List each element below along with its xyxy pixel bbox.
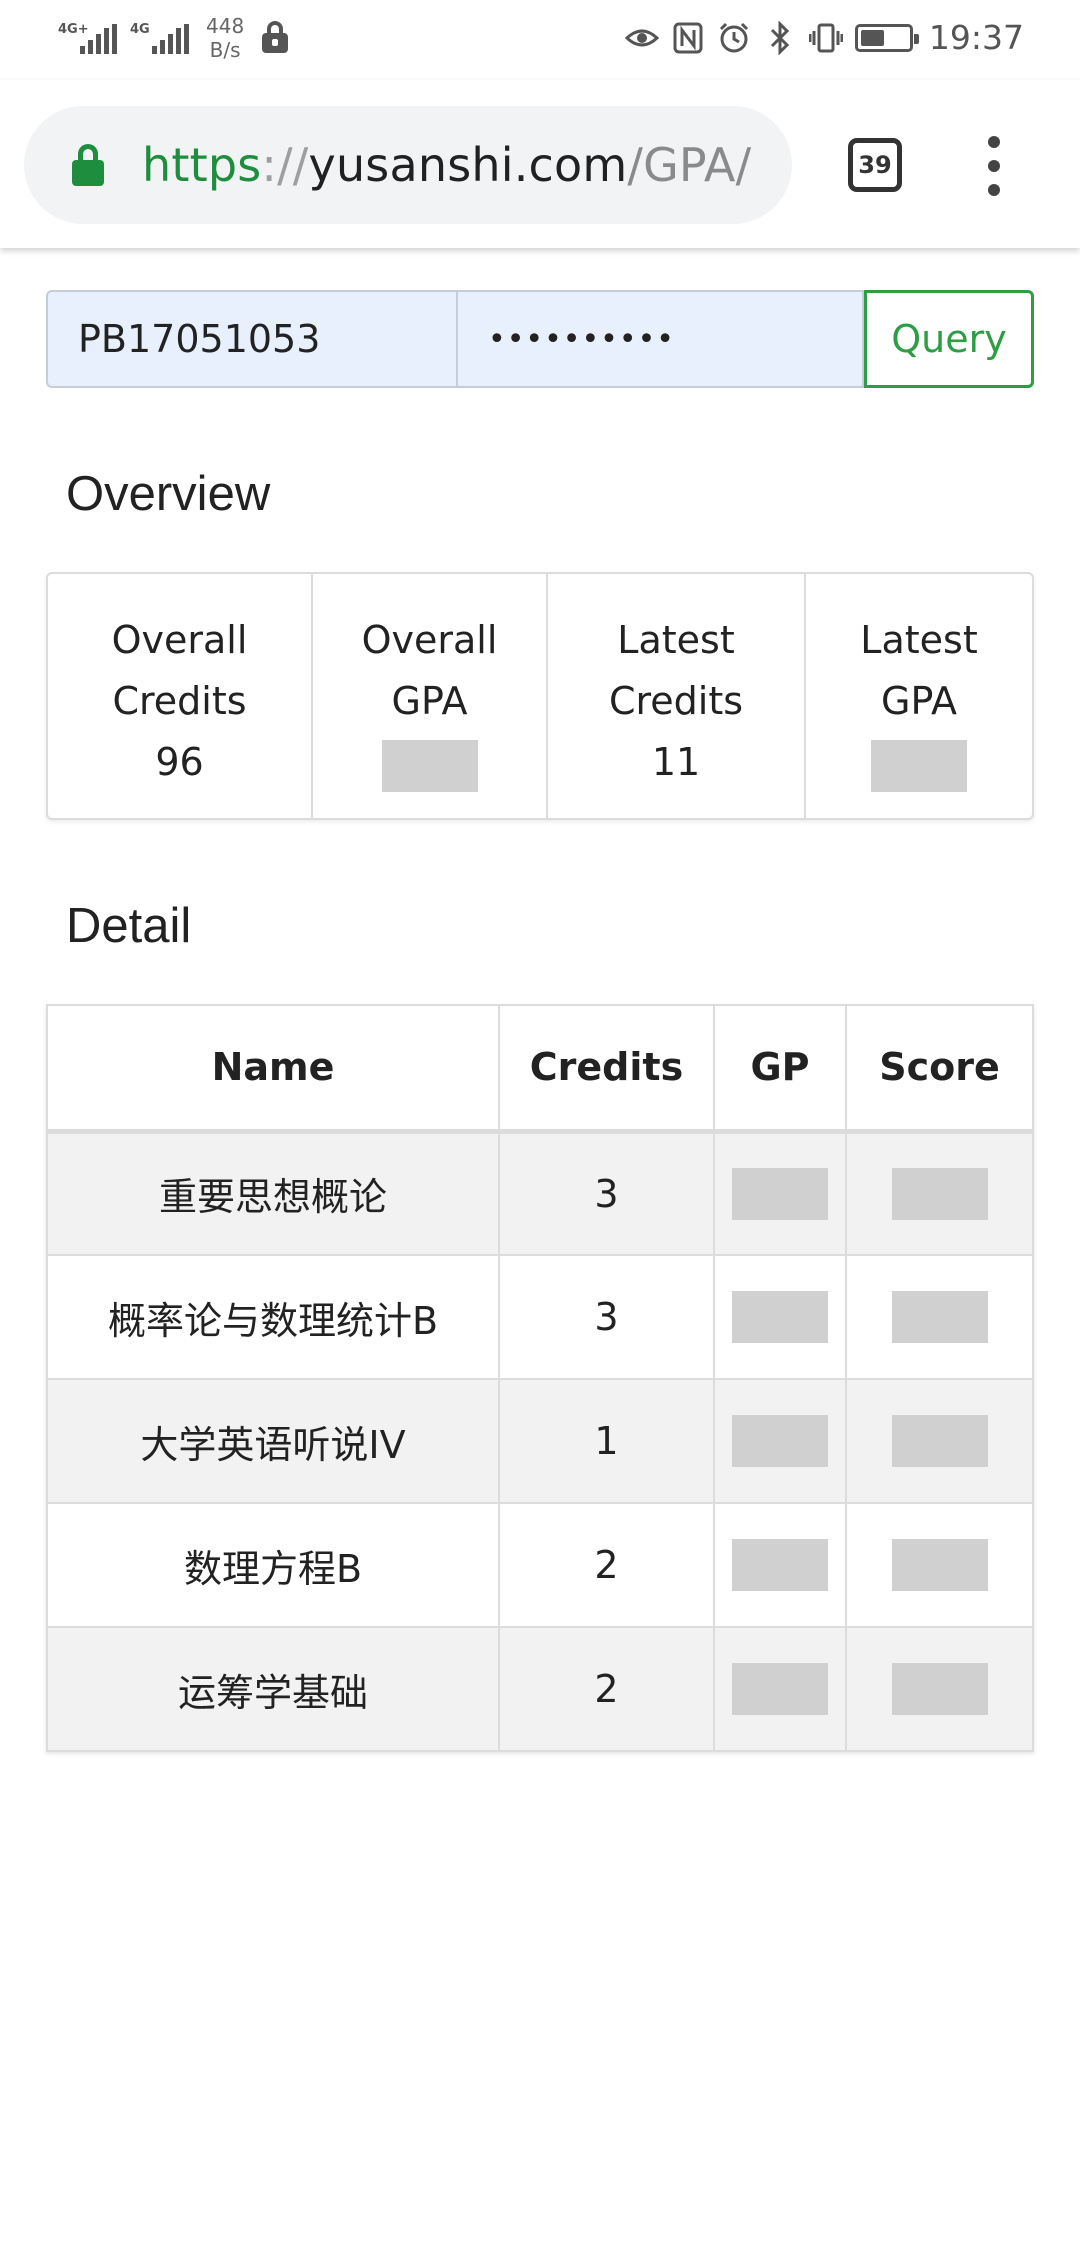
student-id-input[interactable] [46, 290, 456, 388]
url-path: /GPA/ [627, 138, 752, 192]
url-scheme: https [142, 138, 262, 192]
course-name: 重要思想概论 [46, 1130, 500, 1256]
redacted-block [891, 1415, 988, 1467]
redacted-block [891, 1167, 988, 1220]
vibrate-icon [808, 21, 843, 55]
signal-strength-icon: 4G+ [58, 18, 117, 58]
overall-credits-label: Credits [112, 679, 247, 723]
table-header-row: Name Credits GP Score [46, 1004, 1034, 1134]
overall-credits-cell: Overall Credits 96 [48, 574, 313, 818]
latest-credits-value: 11 [651, 740, 701, 784]
eye-comfort-icon [624, 21, 659, 55]
network-type-label: 4G [130, 22, 150, 37]
course-gp [713, 1502, 847, 1628]
network-speed-value: 448 [206, 14, 245, 38]
table-row: 数理方程B 2 [46, 1502, 1034, 1628]
status-time: 19:37 [928, 18, 1024, 57]
redacted-block [732, 1539, 828, 1591]
column-header-name: Name [46, 1004, 500, 1134]
course-credits: 2 [498, 1502, 715, 1628]
redacted-block [732, 1167, 828, 1220]
browser-toolbar: https://yusanshi.com/GPA/ 39 [0, 80, 1080, 248]
more-menu-button[interactable] [980, 136, 1010, 196]
overall-gpa-label: GPA [391, 679, 468, 723]
table-row: 概率论与数理统计B 3 [46, 1254, 1034, 1380]
overview-heading: Overview [66, 467, 271, 521]
url-text[interactable]: https://yusanshi.com/GPA/ [142, 138, 751, 192]
lock-icon [262, 21, 289, 55]
course-score [845, 1626, 1034, 1752]
course-name: 数理方程B [46, 1502, 500, 1628]
course-credits: 3 [498, 1254, 715, 1380]
nfc-icon [671, 21, 705, 55]
column-header-score: Score [845, 1004, 1034, 1134]
bluetooth-icon [763, 20, 797, 55]
latest-credits-label: Latest [617, 618, 735, 662]
course-credits: 3 [498, 1130, 715, 1256]
url-separator: :// [261, 138, 309, 192]
tab-switcher-button[interactable]: 39 [848, 138, 902, 192]
address-bar[interactable]: https://yusanshi.com/GPA/ [24, 106, 792, 224]
course-score [845, 1254, 1034, 1380]
query-button[interactable]: Query [864, 290, 1034, 388]
course-name: 运筹学基础 [46, 1626, 500, 1752]
network-speed-unit: B/s [209, 38, 241, 62]
redacted-block [732, 1663, 828, 1715]
redacted-block [732, 1415, 828, 1467]
course-gp [713, 1626, 847, 1752]
network-speed: 448 B/s [206, 14, 244, 62]
secure-lock-icon[interactable] [72, 144, 104, 186]
overall-gpa-cell: Overall GPA [313, 574, 548, 818]
detail-heading: Detail [66, 899, 192, 953]
redacted-block [381, 740, 478, 792]
course-gp [713, 1254, 847, 1380]
redacted-block [732, 1291, 828, 1343]
latest-credits-cell: Latest Credits 11 [548, 574, 806, 818]
course-credits: 2 [498, 1626, 715, 1752]
detail-table: Name Credits GP Score 重要思想概论 3 概率论与数理统计B… [46, 1004, 1034, 1752]
latest-gpa-label: GPA [881, 679, 957, 723]
latest-credits-label: Credits [608, 679, 744, 723]
tab-count: 39 [858, 151, 892, 179]
query-form: Query [46, 290, 1034, 388]
course-score [845, 1378, 1034, 1504]
course-name: 概率论与数理统计B [46, 1254, 500, 1380]
latest-gpa-cell: Latest GPA [806, 574, 1032, 818]
column-header-gp: GP [713, 1004, 847, 1134]
signal-strength-icon: 4G [130, 18, 189, 58]
latest-gpa-label: Latest [860, 618, 978, 662]
redacted-block [891, 1539, 988, 1591]
redacted-block [891, 1663, 988, 1715]
overall-credits-value: 96 [155, 740, 204, 784]
overall-credits-label: Overall [111, 618, 248, 662]
course-score [845, 1502, 1034, 1628]
table-row: 运筹学基础 2 [46, 1626, 1034, 1752]
password-input[interactable] [456, 290, 864, 388]
redacted-block [871, 740, 967, 792]
table-row: 重要思想概论 3 [46, 1130, 1034, 1256]
course-gp [713, 1130, 847, 1256]
redacted-block [891, 1291, 988, 1343]
overall-gpa-label: Overall [361, 618, 498, 662]
table-row: 大学英语听说IV 1 [46, 1378, 1034, 1504]
course-score [845, 1130, 1034, 1256]
status-bar: 4G+ 4G 448 B/s 19:37 [0, 0, 1080, 80]
course-name: 大学英语听说IV [46, 1378, 500, 1504]
course-gp [713, 1378, 847, 1504]
overview-card: Overall Credits 96 Overall GPA Latest Cr… [46, 572, 1034, 820]
alarm-icon [717, 21, 751, 55]
course-credits: 1 [498, 1378, 715, 1504]
battery-icon [854, 23, 919, 52]
column-header-credits: Credits [498, 1004, 715, 1134]
url-host: yusanshi.com [308, 138, 628, 192]
